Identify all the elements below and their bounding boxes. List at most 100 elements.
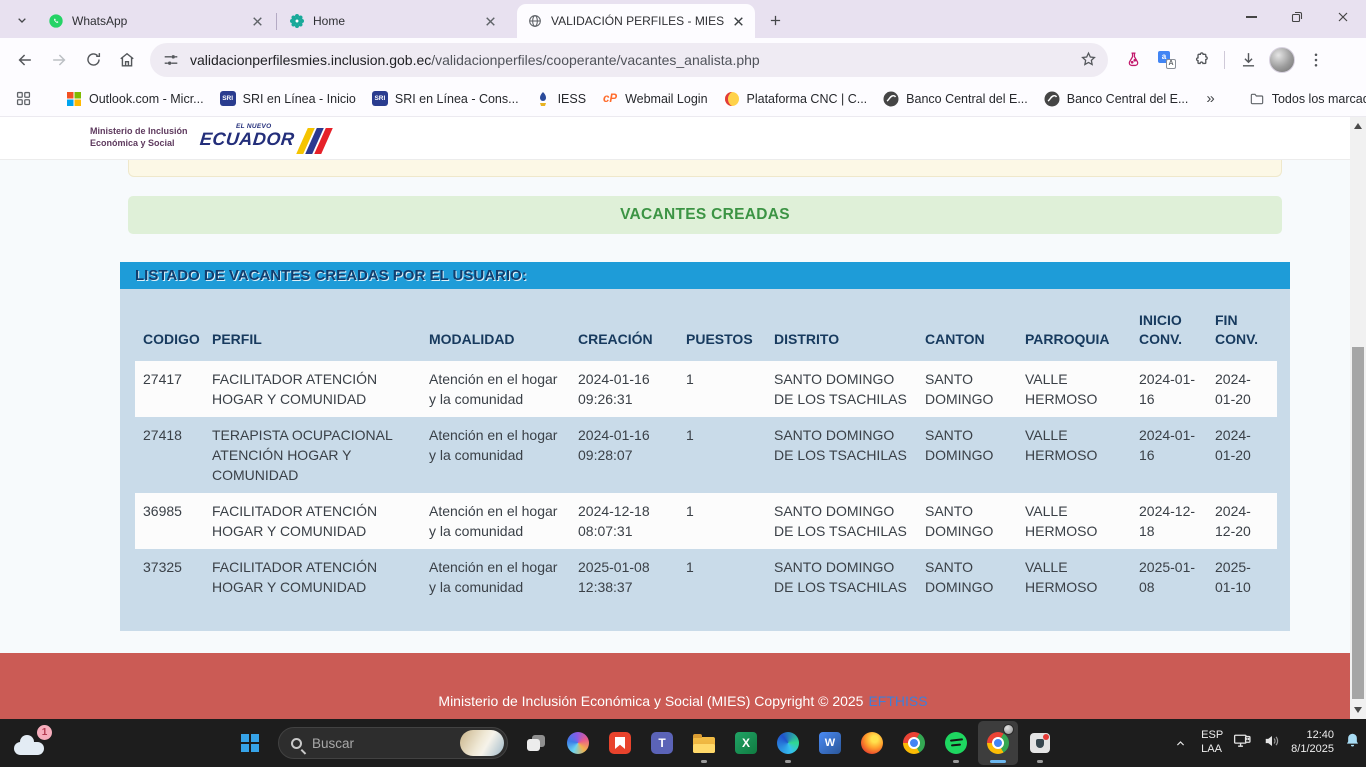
cell-fin: 2024-12-20 — [1215, 493, 1277, 549]
speaker-icon — [1262, 731, 1282, 751]
chrome-menu-button[interactable] — [1301, 45, 1331, 75]
scrollbar-thumb[interactable] — [1352, 347, 1364, 699]
spotify-icon — [945, 732, 967, 754]
page-scrollbar[interactable] — [1350, 117, 1366, 719]
profile-avatar — [1269, 47, 1295, 73]
bookmark-sri-consultas[interactable]: SRI SRI en Línea - Cons... — [372, 91, 519, 106]
tab-close-icon[interactable] — [249, 13, 266, 30]
home-button[interactable] — [110, 43, 144, 77]
window-minimize-button[interactable] — [1228, 0, 1274, 34]
keyboard-layout: LAA — [1201, 743, 1223, 757]
java-app-button[interactable] — [1020, 721, 1060, 765]
chrome-icon — [903, 732, 925, 754]
bookmark-outlook[interactable]: Outlook.com - Micr... — [66, 91, 204, 107]
tab-close-icon[interactable] — [730, 13, 747, 30]
back-icon — [15, 50, 35, 70]
scrollbar-down-icon[interactable] — [1354, 707, 1362, 713]
edge-icon — [777, 732, 799, 754]
bookmarks-overflow-button[interactable]: » — [1204, 90, 1216, 107]
window-close-button[interactable] — [1320, 0, 1366, 34]
excel-icon: X — [735, 732, 757, 754]
edge-button[interactable] — [768, 721, 808, 765]
teams-button[interactable]: T — [642, 721, 682, 765]
banco-central-icon — [883, 91, 899, 107]
tab-home[interactable]: Home — [279, 4, 507, 38]
tab-title: VALIDACIÓN PERFILES - MIES — [551, 14, 730, 28]
forward-icon — [49, 50, 69, 70]
cell-fin: 2025-01-10 — [1215, 549, 1277, 605]
cell-codigo: 27418 — [135, 417, 212, 493]
brand-name: ECUADOR — [199, 129, 296, 150]
bookmark-star-icon[interactable] — [1079, 50, 1098, 69]
cell-modalidad: Atención en el hogar y la comunidad — [429, 361, 578, 417]
network-icon — [1232, 730, 1253, 751]
firefox-icon — [861, 732, 883, 754]
bookmark-banco-central-2[interactable]: Banco Central del E... — [1044, 91, 1189, 107]
tab-whatsapp[interactable]: WhatsApp — [38, 4, 274, 38]
efthiss-link[interactable]: EFTHISS — [868, 693, 927, 709]
ministry-name-line2: Económica y Social — [90, 138, 188, 150]
word-button[interactable]: W — [810, 721, 850, 765]
bookmark-label: SRI en Línea - Cons... — [395, 92, 519, 106]
col-header-modalidad: MODALIDAD — [429, 289, 578, 361]
reload-button[interactable] — [76, 43, 110, 77]
sri-icon: SRI — [372, 91, 388, 106]
scrollbar-up-icon[interactable] — [1354, 123, 1362, 129]
mies-logo: Ministerio de Inclusión Económica y Soci… — [90, 126, 188, 149]
cell-creacion: 2025-01-08 12:38:37 — [578, 549, 686, 605]
chrome-profile-button-active[interactable] — [978, 721, 1018, 765]
extensions-button[interactable] — [1186, 45, 1216, 75]
cell-inicio: 2025-01-08 — [1139, 549, 1215, 605]
bookmark-plataforma-cnc[interactable]: Plataforma CNC | C... — [724, 91, 868, 107]
file-explorer-icon — [693, 737, 715, 753]
url-text[interactable]: validacionperfilesmies.inclusion.gob.ec/… — [190, 52, 1079, 68]
all-bookmarks-button[interactable]: Todos los marcadores — [1249, 91, 1366, 107]
profile-button[interactable] — [1267, 45, 1297, 75]
sri-icon: SRI — [220, 91, 236, 106]
excel-button[interactable]: X — [726, 721, 766, 765]
address-bar[interactable]: validacionperfilesmies.inclusion.gob.ec/… — [150, 43, 1108, 77]
site-info-tune-icon[interactable] — [162, 51, 180, 69]
copilot-button[interactable] — [558, 721, 598, 765]
screen: WhatsApp Home VALIDACIÓN PERFILES - MIES — [0, 0, 1366, 768]
tab-close-icon[interactable] — [482, 13, 499, 30]
bookmark-iess[interactable]: IESS — [535, 91, 587, 107]
file-explorer-button[interactable] — [684, 721, 724, 765]
folder-icon — [1249, 91, 1265, 107]
tab-validacion-perfiles[interactable]: VALIDACIÓN PERFILES - MIES — [517, 4, 755, 38]
back-button[interactable] — [8, 43, 42, 77]
notifications-button[interactable] — [1343, 731, 1362, 755]
apps-shortcut-button[interactable] — [12, 84, 34, 114]
task-view-button[interactable] — [516, 721, 556, 765]
banco-central-icon — [1044, 91, 1060, 107]
firefox-button[interactable] — [852, 721, 892, 765]
volume-button[interactable] — [1262, 731, 1282, 756]
language-code: ESP — [1201, 729, 1223, 743]
labs-flask-button[interactable] — [1118, 45, 1148, 75]
download-icon — [1239, 50, 1258, 69]
widgets-weather-button[interactable]: 1 — [14, 729, 50, 757]
spotify-button[interactable] — [936, 721, 976, 765]
start-button[interactable] — [230, 721, 270, 765]
clock[interactable]: 12:40 8/1/2025 — [1291, 729, 1334, 757]
bookmark-sri-inicio[interactable]: SRI SRI en Línea - Inicio — [220, 91, 356, 106]
downloads-button[interactable] — [1233, 45, 1263, 75]
window-restore-button[interactable] — [1274, 0, 1320, 34]
pdf-app-button[interactable] — [600, 721, 640, 765]
language-indicator[interactable]: ESP LAA — [1201, 729, 1223, 757]
bookmark-banco-central-1[interactable]: Banco Central del E... — [883, 91, 1028, 107]
bookmark-webmail[interactable]: cP Webmail Login — [602, 91, 707, 107]
cell-distrito: SANTO DOMINGO DE LOS TSACHILAS — [774, 549, 925, 605]
tab-search-button[interactable] — [8, 6, 36, 34]
new-tab-button[interactable] — [761, 6, 789, 34]
tray-overflow-button[interactable] — [1168, 728, 1192, 758]
chrome-button[interactable] — [894, 721, 934, 765]
cell-canton: SANTO DOMINGO — [925, 361, 1025, 417]
network-button[interactable] — [1232, 730, 1253, 756]
forward-button[interactable] — [42, 43, 76, 77]
col-header-puestos: PUESTOS — [686, 289, 774, 361]
col-header-fin-conv: FIN CONV. — [1215, 289, 1277, 361]
translate-button[interactable]: a A — [1152, 45, 1182, 75]
system-tray: ESP LAA 12:40 8/1/2025 — [1168, 719, 1362, 767]
taskbar-search[interactable]: Buscar — [278, 727, 508, 759]
